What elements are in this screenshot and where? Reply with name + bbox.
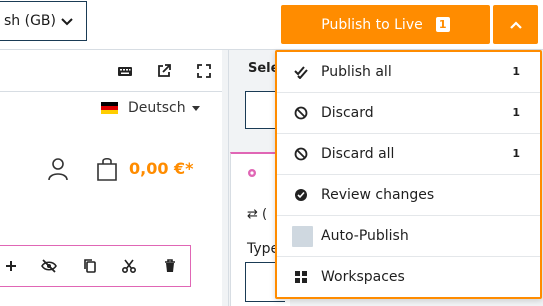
publish-menu-toggle-button[interactable]	[493, 5, 538, 44]
menu-item-label: Discard all	[321, 146, 395, 162]
cut-icon[interactable]	[121, 258, 137, 274]
menu-item-auto-publish[interactable]: Auto-Publish	[277, 216, 540, 257]
ban-icon	[294, 147, 308, 161]
delete-icon[interactable]	[162, 258, 178, 274]
language-switcher[interactable]: Deutsch	[101, 98, 200, 118]
publish-count-badge: 1	[435, 17, 450, 32]
chevron-up-icon	[509, 20, 522, 29]
ban-icon	[294, 106, 308, 120]
settings-gear-icon	[248, 169, 256, 177]
menu-item-label: Auto-Publish	[321, 228, 409, 244]
menu-item-discard[interactable]: Discard 1	[277, 93, 540, 134]
dimension-language-select[interactable]: sh (GB)	[0, 1, 87, 41]
publish-button-label: Publish to Live	[321, 16, 423, 33]
caret-down-icon	[191, 105, 200, 111]
check-circle-icon	[295, 189, 307, 201]
shopping-bag-icon[interactable]	[95, 156, 119, 182]
open-external-icon[interactable]	[156, 63, 172, 79]
menu-item-discard-all[interactable]: Discard all 1	[277, 134, 540, 175]
publish-dropdown-menu: Publish all 1 Discard 1 Discard all 1 Re…	[275, 50, 542, 299]
copy-icon[interactable]	[82, 258, 98, 274]
menu-item-label: Discard	[321, 105, 374, 121]
element-action-toolbar	[0, 245, 191, 287]
menu-item-workspaces[interactable]: Workspaces	[277, 257, 540, 298]
add-icon[interactable]	[3, 258, 19, 274]
german-flag-icon	[101, 102, 118, 114]
cart-total[interactable]: 0,00 €*	[129, 159, 194, 178]
menu-item-count: 1	[512, 65, 520, 78]
menu-item-label: Workspaces	[321, 269, 405, 285]
swap-icon[interactable]: ⇄ (	[247, 207, 267, 222]
preview-toolbar	[0, 50, 222, 92]
chevron-down-icon	[61, 18, 73, 26]
hide-icon[interactable]	[41, 258, 57, 274]
language-switcher-label: Deutsch	[128, 100, 186, 116]
menu-item-label: Review changes	[321, 187, 435, 203]
fullscreen-icon[interactable]	[196, 63, 212, 79]
grid-icon	[295, 271, 307, 283]
auto-publish-checkbox[interactable]	[292, 226, 313, 247]
publish-to-live-button[interactable]: Publish to Live 1	[281, 5, 490, 44]
menu-item-publish-all[interactable]: Publish all 1	[277, 52, 540, 93]
dimension-language-value: sh (GB)	[4, 13, 56, 29]
double-check-icon	[294, 66, 308, 79]
keyboard-icon[interactable]	[117, 63, 133, 79]
user-account-icon[interactable]	[47, 157, 69, 181]
menu-item-count: 1	[512, 106, 520, 119]
menu-item-count: 1	[512, 147, 520, 160]
menu-item-label: Publish all	[321, 64, 392, 80]
menu-item-review-changes[interactable]: Review changes	[277, 175, 540, 216]
top-bar: sh (GB) Publish to Live 1	[0, 0, 543, 50]
